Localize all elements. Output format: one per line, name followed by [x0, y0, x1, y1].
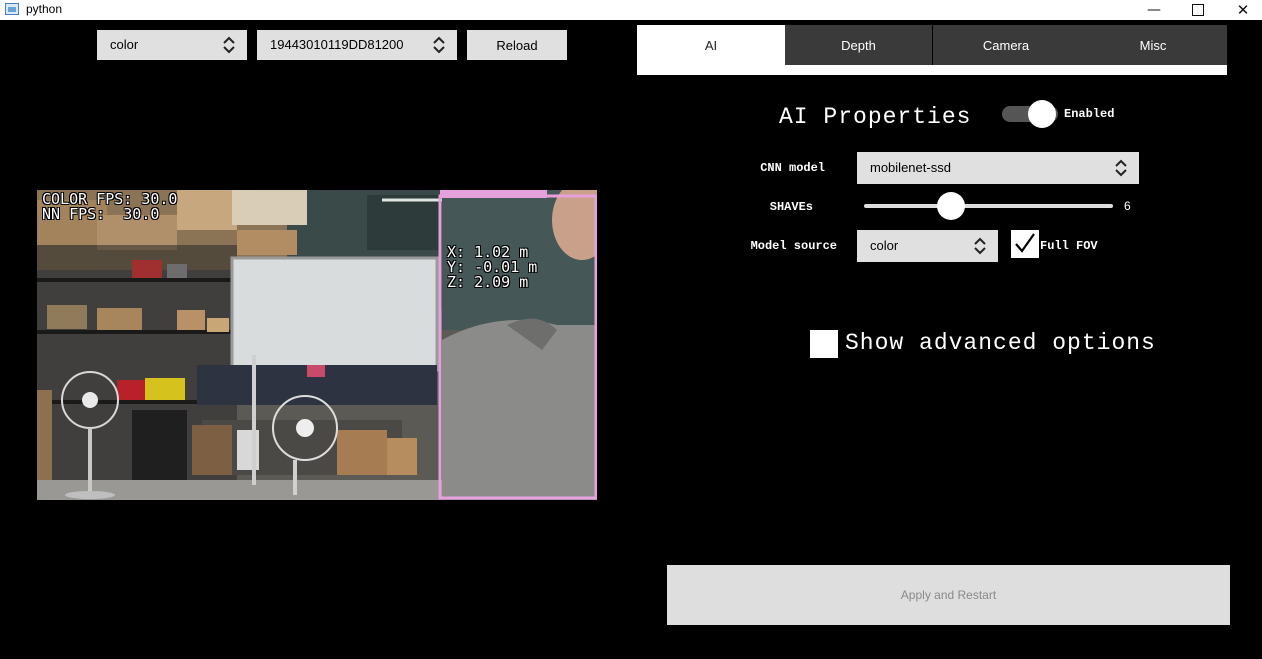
show-advanced-checkbox[interactable] — [810, 330, 838, 358]
tab-misc-label: Misc — [1139, 37, 1167, 53]
minimize-icon: — — [1147, 2, 1161, 18]
minimize-button[interactable]: — — [1131, 0, 1177, 20]
shaves-slider-track[interactable] — [864, 204, 1113, 208]
cnn-model-label: CNN model — [760, 161, 825, 175]
device-select-value: 19443010119DD81200 — [270, 37, 404, 52]
updown-arrows-icon — [433, 36, 445, 54]
maximize-button[interactable] — [1175, 0, 1221, 20]
window-title: python — [26, 2, 63, 16]
nn-fps-text: NN FPS: 30.0 — [42, 205, 160, 223]
tab-ai-label: AI — [704, 37, 718, 53]
enabled-toggle[interactable] — [1002, 100, 1058, 128]
tab-ai[interactable]: AI — [637, 25, 785, 65]
apply-restart-button[interactable]: Apply and Restart — [667, 565, 1230, 625]
tab-depth-label: Depth — [841, 37, 876, 53]
shaves-value: 6 — [1124, 199, 1131, 213]
title-bar: python — ✕ — [0, 0, 1262, 20]
camera-preview: COLOR FPS: 30.0 NN FPS: 30.0 X: 1.02 m Y… — [37, 190, 597, 500]
updown-arrows-icon — [974, 237, 986, 255]
full-fov-label: Full FOV — [1040, 239, 1098, 253]
model-source-value: color — [870, 238, 899, 253]
camera-frame-image — [37, 190, 597, 500]
ai-properties-heading: AI Properties — [779, 104, 972, 130]
camera-select-value: color — [110, 37, 139, 52]
cnn-model-value: mobilenet-ssd — [870, 160, 951, 175]
enabled-label: Enabled — [1064, 107, 1115, 121]
camera-select[interactable]: color — [97, 30, 247, 60]
checkmark-icon — [1015, 233, 1035, 253]
tab-underline — [637, 65, 1227, 75]
updown-arrows-icon — [223, 36, 235, 54]
python-app-icon — [5, 3, 19, 15]
reload-label: Reload — [496, 37, 538, 53]
maximize-icon — [1192, 4, 1204, 16]
toggle-knob — [1028, 100, 1056, 128]
close-icon: ✕ — [1236, 1, 1250, 19]
updown-arrows-icon — [1115, 159, 1127, 177]
shaves-label: SHAVEs — [769, 200, 813, 214]
tab-depth[interactable]: Depth — [785, 25, 932, 65]
shaves-slider-handle[interactable] — [937, 192, 965, 220]
tab-camera-label: Camera — [982, 37, 1030, 53]
spatial-z-text: Z: 2.09 m — [447, 273, 529, 291]
tab-camera[interactable]: Camera — [933, 25, 1079, 65]
model-source-select[interactable]: color — [857, 230, 998, 262]
device-select[interactable]: 19443010119DD81200 — [257, 30, 457, 60]
cnn-model-select[interactable]: mobilenet-ssd — [857, 152, 1139, 184]
apply-restart-label: Apply and Restart — [900, 588, 997, 602]
reload-button[interactable]: Reload — [467, 30, 567, 60]
close-button[interactable]: ✕ — [1220, 0, 1262, 20]
show-advanced-label: Show advanced options — [845, 330, 1156, 356]
model-source-label: Model source — [750, 239, 837, 253]
tab-misc[interactable]: Misc — [1079, 25, 1227, 65]
full-fov-checkbox[interactable] — [1011, 230, 1039, 258]
